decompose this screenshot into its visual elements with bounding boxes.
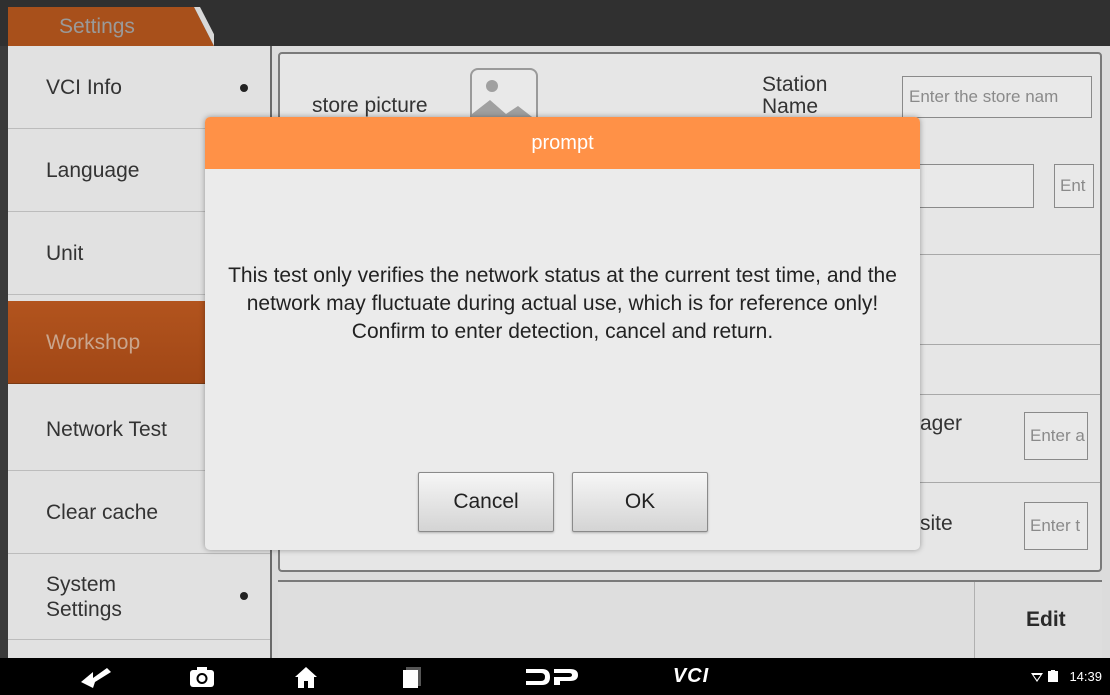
sidebar-item-label: System Settings: [46, 554, 122, 640]
sidebar-item-label: Network Test: [46, 417, 167, 441]
prompt-dialog: prompt This test only verifies the netwo…: [205, 117, 920, 550]
home-icon[interactable]: [286, 658, 326, 695]
sidebar-item-label: Unit: [46, 241, 84, 265]
title-bar: Settings: [0, 0, 1110, 46]
station-name-label-line2: Name: [762, 95, 819, 119]
row-divider: [910, 482, 1100, 483]
address-detail-input[interactable]: Ent: [1054, 164, 1094, 208]
edit-separator: [974, 582, 975, 658]
sidebar-item-label: VCI Info: [46, 75, 122, 99]
notification-dot: [240, 84, 248, 92]
back-icon[interactable]: [78, 658, 118, 695]
website-input[interactable]: Enter t: [1024, 502, 1088, 550]
row-divider: [910, 344, 1100, 345]
manager-input[interactable]: Enter a: [1024, 412, 1088, 460]
wifi-icon: [1031, 673, 1043, 682]
sidebar-item-label: Clear cache: [46, 500, 159, 524]
ok-button[interactable]: OK: [572, 472, 708, 532]
vci-logo-text: VCI: [672, 665, 710, 687]
sidebar-item-label: Language: [46, 158, 140, 182]
battery-icon: [1048, 670, 1058, 682]
row-divider: [910, 254, 1100, 255]
sidebar-item-label-line1: System: [46, 572, 117, 596]
edit-button[interactable]: Edit: [1026, 608, 1066, 632]
manager-label: ager: [920, 412, 963, 435]
clock-time: 14:39: [1069, 669, 1102, 684]
app-root: Settings VCI Info Language Unit Workshop…: [0, 0, 1110, 695]
sidebar-item-label-line2: Settings: [46, 598, 122, 621]
action-bar: Edit: [278, 580, 1102, 658]
sidebar-item-system-settings[interactable]: System Settings: [8, 554, 270, 640]
recents-icon[interactable]: [392, 658, 432, 695]
dialog-message: This test only verifies the network stat…: [228, 264, 897, 343]
website-label: site: [920, 512, 953, 535]
store-picture-label: store picture: [312, 94, 428, 117]
cancel-button[interactable]: Cancel: [418, 472, 554, 532]
store-name-input[interactable]: Enter the store nam: [902, 76, 1092, 118]
station-name-label: Station Name: [762, 73, 828, 119]
settings-tab-label: Settings: [59, 15, 135, 38]
dp-logo-icon[interactable]: [520, 658, 584, 695]
row-divider: [910, 394, 1100, 395]
camera-icon[interactable]: [182, 658, 222, 695]
dialog-title: prompt: [205, 117, 920, 169]
status-icons: [1031, 670, 1058, 684]
sidebar-item-label: Workshop: [46, 330, 141, 354]
notification-dot: [240, 592, 248, 600]
address-input[interactable]: [916, 164, 1034, 208]
station-name-label-line1: Station: [762, 73, 828, 96]
settings-tab[interactable]: Settings: [8, 7, 214, 46]
system-nav-bar: VCI 14:39: [0, 658, 1110, 695]
vci-logo-icon[interactable]: VCI: [664, 658, 718, 695]
